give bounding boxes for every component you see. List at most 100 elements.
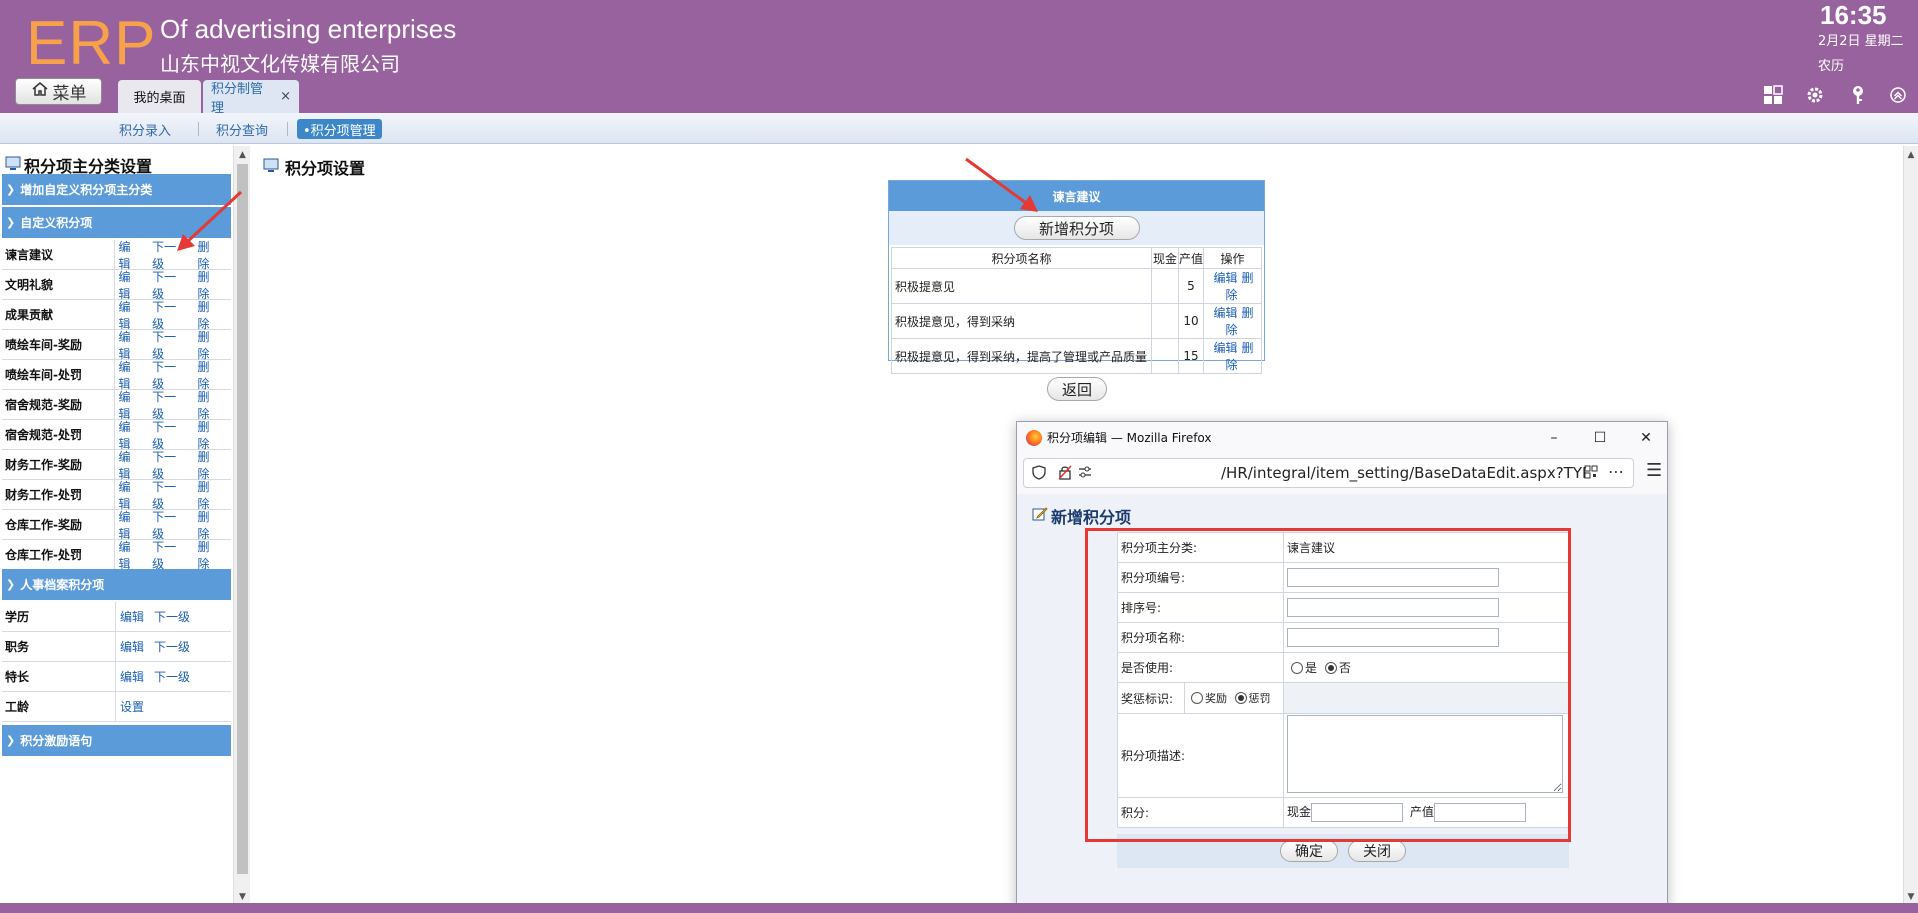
next-level-link[interactable]: 下一级: [152, 358, 187, 392]
next-level-link[interactable]: 下一级: [154, 638, 190, 655]
next-level-link[interactable]: 下一级: [152, 298, 187, 332]
next-level-link[interactable]: 下一级: [154, 608, 190, 625]
section-custom-items[interactable]: ❯ 自定义积分项: [2, 207, 231, 239]
description-textarea[interactable]: [1287, 715, 1563, 793]
edit-link[interactable]: 编辑: [120, 668, 144, 685]
next-level-link[interactable]: 下一级: [152, 448, 187, 482]
confirm-button[interactable]: 确定: [1280, 840, 1338, 862]
output-value-input[interactable]: [1433, 803, 1526, 822]
delete-link[interactable]: 删除: [197, 388, 221, 422]
list-item: 职务 编辑 下一级: [2, 632, 231, 662]
section-incentive-phrases[interactable]: ❯ 积分激励语句: [2, 725, 231, 757]
maximize-icon[interactable]: ☐: [1577, 422, 1623, 453]
next-level-link[interactable]: 下一级: [152, 418, 187, 452]
next-level-link[interactable]: 下一级: [152, 238, 187, 272]
edit-link[interactable]: 设置: [120, 698, 144, 715]
form-row-description: 积分项描述:: [1117, 713, 1569, 798]
list-item: 谏言建议 编辑 下一级 删除: [2, 238, 231, 272]
close-icon[interactable]: ✕: [1623, 422, 1669, 453]
delete-link[interactable]: 删除: [197, 538, 221, 572]
category-name: 喷绘车间-奖励: [2, 330, 115, 359]
list-item: 仓库工作-处罚 编辑 下一级 删除: [2, 538, 231, 572]
popup-url-bar[interactable]: /HR/integral/item_setting/BaseDataEdit.a…: [1023, 458, 1634, 488]
scroll-up-icon[interactable]: ▲: [234, 148, 251, 162]
next-level-link[interactable]: 下一级: [152, 268, 187, 302]
edit-link[interactable]: 编辑: [120, 638, 144, 655]
minimize-icon[interactable]: –: [1531, 422, 1577, 453]
page-scrollbar[interactable]: ▲ ▼: [1903, 146, 1918, 906]
form-row-points: 积分: 现金 产值: [1117, 797, 1569, 828]
delete-link[interactable]: 删除: [197, 418, 221, 452]
category-sidebar: 积分项主分类设置 ❯ 增加自定义积分项主分类 ❯ 自定义积分项 谏言建议 编辑 下一…: [0, 146, 233, 906]
add-item-button[interactable]: 新增积分项: [1013, 216, 1140, 240]
next-level-link[interactable]: 下一级: [154, 668, 190, 685]
edit-link[interactable]: 编辑: [119, 268, 143, 302]
edit-link[interactable]: 编辑: [120, 608, 144, 625]
form-row-reward-flag: 奖惩标识: 奖励 惩罚: [1117, 682, 1569, 714]
delete-link[interactable]: 删除: [197, 478, 221, 512]
next-level-link[interactable]: 下一级: [152, 538, 187, 572]
subnav-points-query[interactable]: 积分查询: [210, 119, 274, 139]
edit-link[interactable]: 编辑: [119, 358, 143, 392]
scrollbar-thumb[interactable]: [237, 164, 248, 874]
next-level-link[interactable]: 下一级: [152, 478, 187, 512]
points-label: 积分:: [1117, 797, 1284, 828]
edit-link[interactable]: 编辑: [119, 298, 143, 332]
sort-order-input[interactable]: [1287, 598, 1499, 617]
item-name-input[interactable]: [1287, 628, 1499, 647]
close-icon[interactable]: ×: [280, 89, 291, 104]
item-name-label: 积分项名称:: [1117, 622, 1284, 653]
punish-radio[interactable]: [1234, 692, 1247, 704]
edit-link[interactable]: 编辑: [119, 508, 143, 542]
edit-link[interactable]: 编辑: [119, 328, 143, 362]
tab-my-desktop[interactable]: 我的桌面: [118, 80, 201, 113]
grid-icon[interactable]: [1762, 84, 1784, 106]
scroll-down-icon[interactable]: ▼: [1904, 890, 1918, 904]
edit-link[interactable]: 编辑: [119, 238, 143, 272]
delete-link[interactable]: 删除: [197, 268, 221, 302]
back-button[interactable]: 返回: [1047, 377, 1107, 401]
main-category-label: 积分项主分类:: [1117, 532, 1284, 563]
delete-link[interactable]: 删除: [197, 448, 221, 482]
edit-link[interactable]: 编辑: [119, 478, 143, 512]
hamburger-menu-icon[interactable]: ☰: [1646, 460, 1662, 481]
enabled-yes-radio[interactable]: [1291, 662, 1303, 674]
section-hr-items[interactable]: ❯ 人事档案积分项: [2, 569, 231, 601]
reward-radio[interactable]: [1191, 692, 1203, 704]
subnav-points-entry[interactable]: 积分录入: [113, 119, 177, 139]
gear-icon[interactable]: [1804, 84, 1826, 106]
delete-link[interactable]: 删除: [197, 328, 221, 362]
chevron-right-icon: ❯: [6, 578, 16, 591]
next-level-link[interactable]: 下一级: [152, 508, 187, 542]
enabled-no-radio[interactable]: [1324, 662, 1337, 674]
edit-link[interactable]: 编辑: [1213, 306, 1237, 320]
section-add-custom-category[interactable]: ❯ 增加自定义积分项主分类: [2, 174, 231, 206]
main-menu-button[interactable]: 菜单: [15, 78, 102, 105]
edit-link[interactable]: 编辑: [1213, 341, 1237, 355]
category-name: 谏言建议: [2, 240, 115, 269]
edit-link[interactable]: 编辑: [119, 418, 143, 452]
tab-points-management[interactable]: 积分制管理 ×: [203, 80, 299, 116]
collapse-up-icon[interactable]: [1887, 84, 1909, 106]
key-icon[interactable]: [1847, 84, 1869, 106]
subnav-points-item-management[interactable]: •积分项管理: [297, 119, 382, 139]
qr-code-icon[interactable]: [1584, 465, 1598, 483]
close-button[interactable]: 关闭: [1348, 840, 1406, 862]
scroll-down-icon[interactable]: ▼: [234, 890, 251, 904]
delete-link[interactable]: 删除: [197, 358, 221, 392]
edit-link[interactable]: 编辑: [119, 388, 143, 422]
edit-link[interactable]: 编辑: [1213, 271, 1237, 285]
sidebar-scrollbar[interactable]: ▲ ▼: [233, 146, 250, 906]
more-options-icon[interactable]: ⋯: [1608, 462, 1624, 481]
scroll-up-icon[interactable]: ▲: [1904, 148, 1918, 162]
next-level-link[interactable]: 下一级: [152, 388, 187, 422]
next-level-link[interactable]: 下一级: [152, 328, 187, 362]
edit-link[interactable]: 编辑: [119, 448, 143, 482]
delete-link[interactable]: 删除: [197, 238, 221, 272]
edit-link[interactable]: 编辑: [119, 538, 143, 572]
item-code-input[interactable]: [1287, 568, 1499, 587]
delete-link[interactable]: 删除: [197, 508, 221, 542]
cash-input[interactable]: [1311, 803, 1404, 822]
clock-date: 2月2日 星期二: [1818, 34, 1904, 49]
delete-link[interactable]: 删除: [197, 298, 221, 332]
